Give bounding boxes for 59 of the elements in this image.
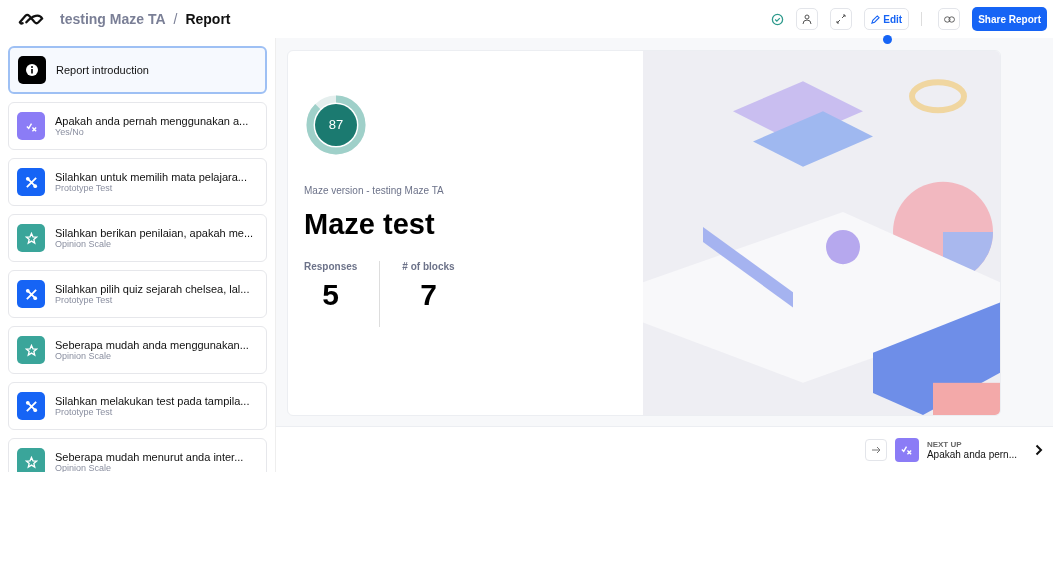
version-label: Maze version - testing Maze TA — [304, 185, 445, 196]
sidebar-item[interactable]: Seberapa mudah menurut anda inter... Opinion Scale — [8, 438, 267, 472]
block-type-icon — [17, 392, 45, 420]
pencil-icon — [871, 14, 881, 24]
sidebar-item[interactable]: Seberapa mudah anda menggunakan... Opinion Scale — [8, 326, 267, 374]
stat-value: 7 — [420, 278, 437, 312]
block-type-icon — [17, 224, 45, 252]
person-icon — [802, 13, 813, 25]
block-type-icon — [17, 448, 45, 472]
block-type-icon — [17, 168, 45, 196]
sidebar-item[interactable]: Silahkan melakukan test pada tampila... Prototype Test — [8, 382, 267, 430]
next-up-label: NEXT UP — [926, 439, 963, 449]
block-type-icon — [17, 112, 45, 140]
share-report-button[interactable]: Share Report — [972, 7, 1047, 31]
block-title: Silahkan berikan penilaian, apakah me... — [55, 227, 254, 239]
block-title: Silahkan melakukan test pada tampila... — [55, 395, 250, 407]
link-icon — [943, 15, 955, 23]
block-type-label: Prototype Test — [55, 407, 114, 417]
block-type-label: Prototype Test — [55, 295, 114, 305]
block-type-label: Opinion Scale — [55, 351, 113, 361]
block-type-label: Prototype Test — [55, 183, 114, 193]
expand-icon — [836, 14, 847, 24]
block-title: Seberapa mudah anda menggunakan... — [55, 339, 249, 351]
link-button[interactable] — [938, 8, 961, 30]
block-title: Silahkan untuk memilih mata pelajara... — [55, 171, 247, 183]
page-title: Report — [185, 11, 231, 27]
arrow-button[interactable] — [864, 438, 887, 461]
block-title: Apakah anda pernah menggunakan a... — [55, 115, 249, 127]
block-title: Report introduction — [56, 64, 149, 76]
project-link[interactable]: testing Maze TA — [60, 11, 166, 27]
person-button[interactable] — [796, 8, 819, 30]
block-title: Seberapa mudah menurut anda inter... — [55, 451, 244, 463]
breadcrumb-separator: / — [173, 11, 178, 27]
block-type-label: Opinion Scale — [55, 463, 113, 472]
check-circle-icon[interactable] — [771, 12, 785, 26]
stat-label: # of blocks — [402, 261, 455, 272]
block-type-icon — [894, 437, 919, 462]
sidebar-item[interactable]: Silahkan berikan penilaian, apakah me... Opinion Scale — [8, 214, 267, 262]
score-value: 87 — [327, 117, 345, 132]
indicator-dot — [882, 35, 892, 44]
block-type-icon — [17, 280, 45, 308]
edit-button[interactable]: Edit — [864, 8, 910, 30]
block-title: Silahkan pilih quiz sejarah chelsea, lal... — [55, 283, 250, 295]
stat-value: 5 — [322, 278, 339, 312]
sidebar-item[interactable]: Silahkan untuk memilih mata pelajara... Prototype Test — [8, 158, 267, 206]
stat-label: Responses — [304, 261, 358, 272]
block-type-label: Opinion Scale — [55, 239, 113, 249]
block-type-icon — [17, 336, 45, 364]
chevron-right-icon[interactable] — [1035, 443, 1043, 456]
sidebar-item[interactable]: Apakah anda pernah menggunakan a... Yes/No — [8, 102, 267, 150]
report-title: Maze test — [304, 208, 436, 241]
next-up-title[interactable]: Apakah anda pern... — [926, 448, 1017, 460]
expand-button[interactable] — [830, 8, 853, 30]
logo-icon[interactable] — [18, 12, 44, 26]
block-type-icon — [18, 56, 46, 84]
arrow-right-icon — [870, 445, 881, 454]
block-type-label: Yes/No — [55, 127, 84, 137]
sidebar-item[interactable]: Report introduction — [8, 46, 267, 94]
sidebar-item[interactable]: Silahkan pilih quiz sejarah chelsea, lal... Prototype Test — [8, 270, 267, 318]
